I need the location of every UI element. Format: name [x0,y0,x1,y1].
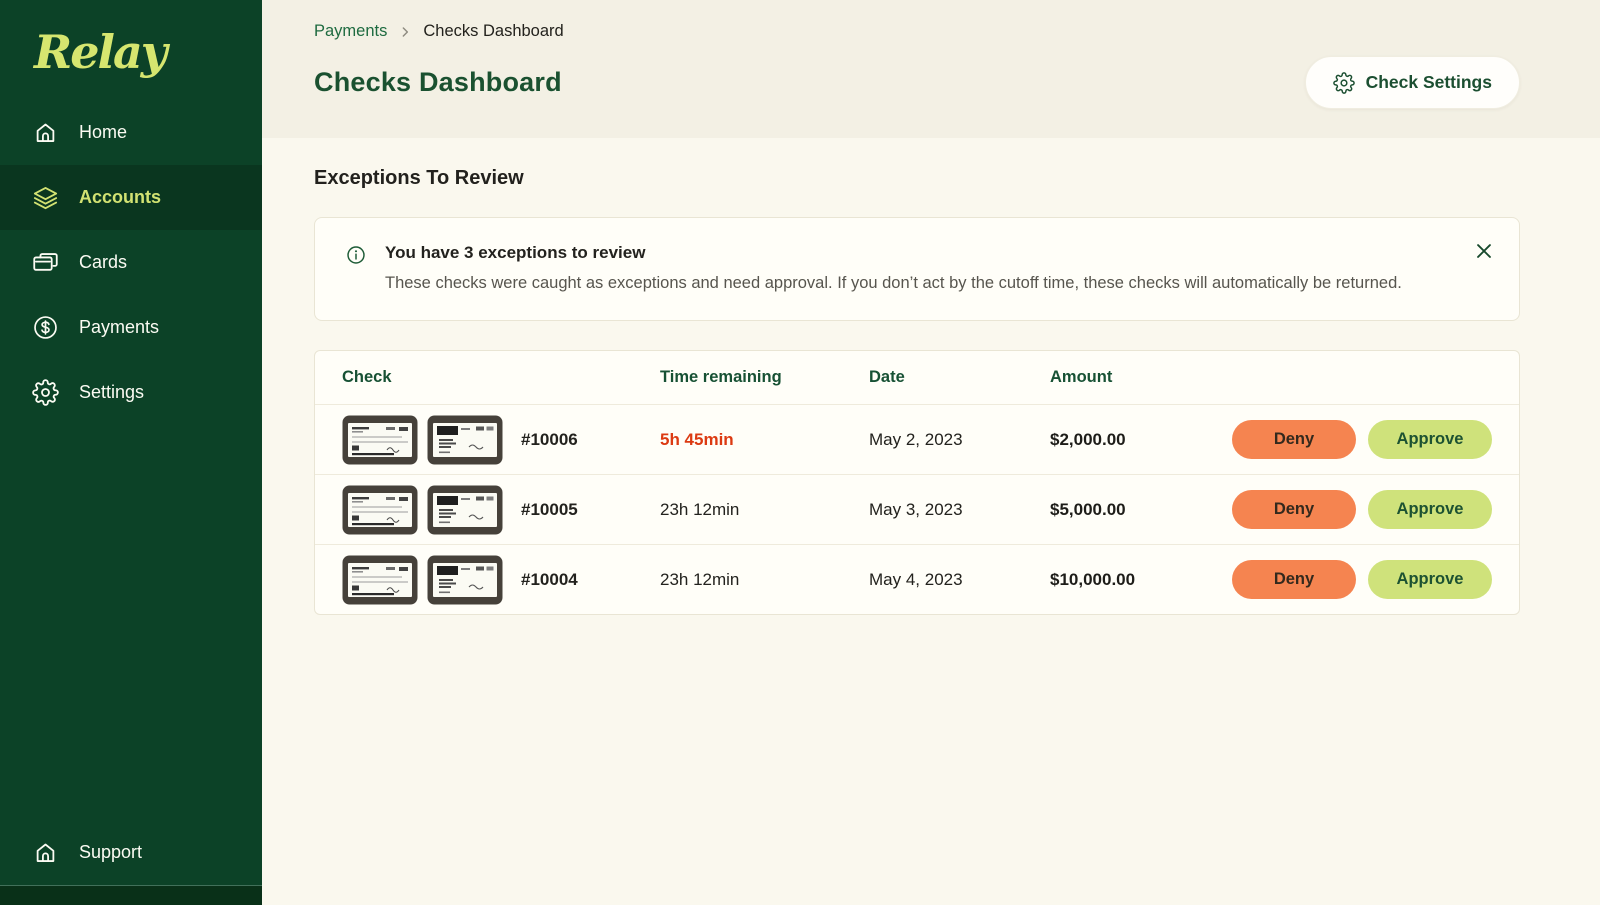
sidebar-item-payments[interactable]: Payments [0,295,262,360]
check-number: #10006 [521,430,578,450]
time-remaining: 5h 45min [660,430,869,450]
check-back-thumbnail[interactable] [427,555,503,605]
approve-button[interactable]: Approve [1368,560,1492,599]
breadcrumb: Payments Checks Dashboard [314,22,1520,41]
sidebar-bottom-strip [0,885,262,905]
approve-button[interactable]: Approve [1368,490,1492,529]
home-icon [32,119,59,146]
check-number: #10005 [521,500,578,520]
sidebar-item-label: Payments [79,317,159,338]
column-header-amount: Amount [1050,368,1232,387]
check-front-thumbnail[interactable] [342,415,418,465]
sidebar-item-label: Home [79,122,127,143]
column-header-date: Date [869,368,1050,387]
check-front-thumbnail[interactable] [342,485,418,535]
sidebar-item-settings[interactable]: Settings [0,360,262,425]
support-icon [32,839,59,866]
table-row: #10005 23h 12min May 3, 2023 $5,000.00 D… [315,474,1519,544]
check-front-thumbnail[interactable] [342,555,418,605]
page-header: Payments Checks Dashboard Checks Dashboa… [262,0,1600,138]
dollar-circle-icon [32,314,59,341]
sidebar-item-cards[interactable]: Cards [0,230,262,295]
column-header-time-remaining: Time remaining [660,368,869,387]
sidebar-item-home[interactable]: Home [0,100,262,165]
layers-icon [32,184,59,211]
sidebar-item-accounts[interactable]: Accounts [0,165,262,230]
main-area: Payments Checks Dashboard Checks Dashboa… [262,0,1600,905]
sidebar-footer: Support [0,820,262,905]
time-remaining: 23h 12min [660,570,869,590]
relay-logo: Relay [34,12,262,100]
check-settings-label: Check Settings [1366,72,1492,93]
check-amount: $2,000.00 [1050,430,1232,450]
check-back-thumbnail[interactable] [427,485,503,535]
sidebar-item-label: Accounts [79,187,161,208]
exceptions-table: Check Time remaining Date Amount [314,350,1520,615]
banner-description: These checks were caught as exceptions a… [385,274,1402,293]
app-window: Relay Home Accounts Cards [0,0,1600,905]
content: Exceptions To Review You have 3 exceptio… [262,138,1600,615]
sidebar-item-label: Settings [79,382,144,403]
table-header-row: Check Time remaining Date Amount [315,351,1519,404]
info-icon [345,244,367,266]
section-title: Exceptions To Review [314,167,1520,190]
check-date: May 3, 2023 [869,500,1050,520]
approve-button[interactable]: Approve [1368,420,1492,459]
column-header-check: Check [315,368,660,387]
chevron-right-icon [397,24,413,40]
deny-button[interactable]: Deny [1232,490,1356,529]
close-icon[interactable] [1473,240,1495,262]
check-amount: $5,000.00 [1050,500,1232,520]
check-settings-button[interactable]: Check Settings [1305,56,1520,109]
support-label: Support [79,842,142,863]
banner-title: You have 3 exceptions to review [385,243,1402,263]
table-row: #10006 5h 45min May 2, 2023 $2,000.00 De… [315,404,1519,474]
breadcrumb-payments-link[interactable]: Payments [314,22,387,41]
time-remaining: 23h 12min [660,500,869,520]
exceptions-banner: You have 3 exceptions to review These ch… [314,217,1520,321]
check-amount: $10,000.00 [1050,570,1232,590]
deny-button[interactable]: Deny [1232,420,1356,459]
gear-icon [1333,72,1355,94]
deny-button[interactable]: Deny [1232,560,1356,599]
sidebar-item-label: Cards [79,252,127,273]
table-row: #10004 23h 12min May 4, 2023 $10,000.00 … [315,544,1519,614]
breadcrumb-current: Checks Dashboard [423,22,563,41]
sidebar-nav: Home Accounts Cards Payments [0,100,262,425]
check-number: #10004 [521,570,578,590]
gear-icon [32,379,59,406]
page-title: Checks Dashboard [314,67,562,98]
check-date: May 2, 2023 [869,430,1050,450]
sidebar-item-support[interactable]: Support [0,820,262,885]
check-date: May 4, 2023 [869,570,1050,590]
sidebar: Relay Home Accounts Cards [0,0,262,905]
check-back-thumbnail[interactable] [427,415,503,465]
credit-card-icon [32,249,59,276]
